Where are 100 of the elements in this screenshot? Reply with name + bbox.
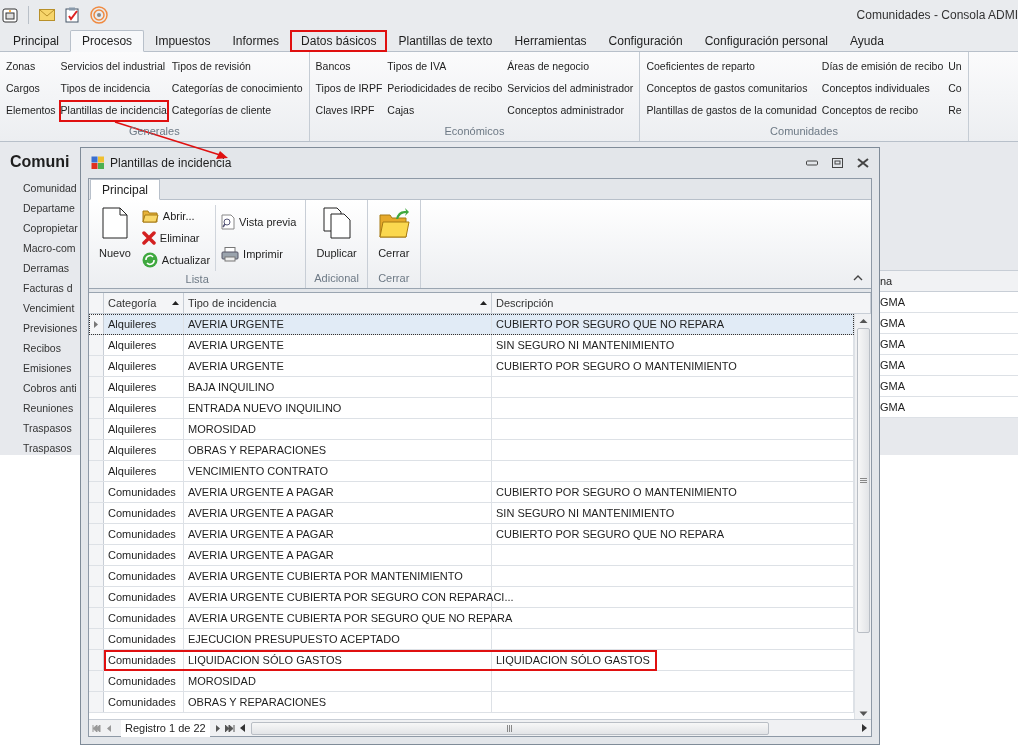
table-cell-text: Comunidades (108, 589, 176, 605)
ribbon-item[interactable]: Categorías de conocimiento (169, 78, 305, 100)
ribbon-button[interactable]: Duplicar (313, 205, 360, 261)
table-row[interactable]: Alquileres VENCIMIENTO CONTRATO (89, 461, 854, 482)
table-row[interactable]: Comunidades LIQUIDACION SÓLO GASTOS LIQUIDACION SÓLO GASTOS (89, 650, 854, 671)
ribbon-item[interactable]: Plantillas de gastos de la comunidad (644, 100, 819, 122)
ribbon-button[interactable]: Imprimir (219, 243, 299, 265)
printer-icon[interactable] (2, 7, 18, 23)
ribbon-item[interactable]: Categorías de cliente (169, 100, 305, 122)
ribbon-item[interactable]: Coeficientes de reparto (644, 56, 819, 78)
table-row[interactable]: Comunidades EJECUCION PRESUPUESTO ACEPTADO (89, 629, 854, 650)
ribbon-item[interactable]: Claves IRPF (313, 100, 385, 122)
side-panel-link[interactable]: Cobros anti (23, 378, 77, 398)
ribbon-tab[interactable]: Configuración (597, 30, 694, 52)
ribbon-button[interactable]: Vista previa (219, 211, 299, 233)
close-icon[interactable] (857, 158, 869, 168)
ribbon-item[interactable]: Áreas de negocio (505, 56, 636, 78)
table-row[interactable]: Comunidades MOROSIDAD (89, 671, 854, 692)
ribbon-item[interactable]: Periodicidades de recibo (385, 78, 505, 100)
scroll-right-icon[interactable] (862, 724, 867, 732)
side-panel-link[interactable]: Traspasos (23, 418, 72, 438)
side-panel-link[interactable]: Previsiones (23, 318, 78, 338)
ribbon-item[interactable]: Días de emisión de recibo (819, 56, 946, 78)
ribbon-item[interactable]: Cajas (385, 100, 505, 122)
ribbon-item[interactable]: Tipos de incidencia (58, 78, 169, 100)
ribbon-tab[interactable]: Plantillas de texto (387, 30, 504, 52)
column-header[interactable]: Descripción (492, 293, 871, 313)
ribbon-tab[interactable]: Datos básicos (290, 30, 388, 52)
table-cell-text: Comunidades (108, 526, 176, 542)
ribbon-button[interactable]: Eliminar (139, 227, 213, 249)
table-row[interactable]: Comunidades AVERIA URGENTE A PAGAR CUBIERTO POR SEGURO QUE NO REPARA (89, 524, 854, 545)
ribbon-item[interactable]: Elementos (4, 100, 58, 122)
last-record-icon[interactable] (224, 724, 235, 732)
table-row[interactable]: Alquileres AVERIA URGENTE SIN SEGURO NI MANTENIMIENTO (89, 335, 854, 356)
side-panel-link[interactable]: Emisiones (23, 358, 72, 378)
ribbon-item[interactable]: Tipos de IVA (385, 56, 505, 78)
ribbon-item[interactable]: Servicios del administrador (505, 78, 636, 100)
side-panel-link[interactable]: Vencimient (23, 298, 75, 318)
ribbon-button[interactable]: Actualizar (139, 249, 213, 271)
ribbon-button[interactable]: Abrir... (139, 205, 213, 227)
ribbon-button[interactable]: Nuevo (96, 205, 134, 261)
ribbon-item[interactable]: Bancos (313, 56, 385, 78)
ribbon-tab[interactable]: Impuestos (144, 30, 222, 52)
clipboard-check-icon[interactable] (65, 7, 80, 23)
ribbon-item[interactable]: Servicios del industrial (58, 56, 169, 78)
table-row[interactable]: Comunidades AVERIA URGENTE A PAGAR SIN SEGURO NI MANTENIMIENTO (89, 503, 854, 524)
table-row[interactable]: Alquileres AVERIA URGENTE CUBIERTO POR SEGURO O MANTENIMIENTO (89, 356, 854, 377)
side-panel-link[interactable]: Comunidad (23, 178, 77, 198)
column-header[interactable]: Categoría (104, 293, 184, 313)
ribbon-item[interactable]: Tipos de revisión (169, 56, 305, 78)
ribbon-item[interactable]: Conceptos de gastos comunitarios (644, 78, 819, 100)
table-row[interactable]: Alquileres MOROSIDAD (89, 419, 854, 440)
table-row[interactable]: Alquileres AVERIA URGENTE CUBIERTO POR SEGURO QUE NO REPARA (89, 314, 854, 335)
table-row[interactable]: Comunidades OBRAS Y REPARACIONES (89, 692, 854, 713)
table-row[interactable]: Comunidades AVERIA URGENTE A PAGAR (89, 545, 854, 566)
ribbon-tab[interactable]: Ayuda (839, 30, 895, 52)
ribbon-tab[interactable]: Procesos (70, 30, 145, 52)
ribbon-item[interactable]: Cargos (4, 78, 58, 100)
scroll-thumb[interactable] (856, 328, 870, 633)
ribbon-item[interactable]: Zonas (4, 56, 58, 78)
ribbon-tab[interactable]: Principal (2, 30, 71, 52)
ribbon-item[interactable]: Un (946, 56, 964, 78)
ribbon-item[interactable]: Re (946, 100, 964, 122)
vertical-scrollbar[interactable] (854, 314, 871, 719)
collapse-ribbon-icon[interactable] (853, 274, 863, 282)
table-cell-text: Alquileres (108, 400, 157, 416)
side-panel-link[interactable]: Traspasos (23, 438, 72, 458)
side-panel-link[interactable]: Derramas (23, 258, 70, 278)
side-panel-link[interactable]: Macro-com (23, 238, 76, 258)
ribbon-item[interactable]: Conceptos administrador (505, 100, 636, 122)
ribbon-item[interactable]: Plantillas de incidencia (58, 100, 169, 122)
ribbon-item[interactable]: Tipos de IRPF (313, 78, 385, 100)
table-row[interactable]: Alquileres ENTRADA NUEVO INQUILINO (89, 398, 854, 419)
ribbon-item[interactable]: Conceptos individuales (819, 78, 946, 100)
table-row[interactable]: Alquileres OBRAS Y REPARACIONES (89, 440, 854, 461)
column-header[interactable]: Tipo de incidencia (184, 293, 492, 313)
table-row[interactable]: Comunidades AVERIA URGENTE CUBIERTA POR SEGURO QUE NO REPARA (89, 608, 854, 629)
ribbon-button[interactable]: Cerrar (374, 205, 413, 261)
scroll-left-icon[interactable] (239, 724, 245, 732)
table-row[interactable]: Comunidades AVERIA URGENTE CUBIERTA POR SEGURO CON REPARACI... (89, 587, 854, 608)
table-row[interactable]: Comunidades AVERIA URGENTE A PAGAR CUBIERTO POR SEGURO O MANTENIMIENTO (89, 482, 854, 503)
side-panel-link[interactable]: Copropietar (23, 218, 78, 238)
minimize-icon[interactable] (806, 160, 818, 166)
ribbon-tab[interactable]: Principal (90, 179, 161, 200)
ribbon-item[interactable]: Co (946, 78, 964, 100)
side-panel-link[interactable]: Departame (23, 198, 75, 218)
ribbon-tab[interactable]: Configuración personal (693, 30, 840, 52)
side-panel-link[interactable]: Recibos (23, 338, 61, 358)
side-panel-link[interactable]: Reuniones (23, 398, 74, 418)
ribbon-tab[interactable]: Herramientas (503, 30, 598, 52)
restore-icon[interactable] (832, 158, 843, 168)
delete-icon (141, 231, 156, 245)
ribbon-item[interactable]: Conceptos de recibo (819, 100, 946, 122)
table-row[interactable]: Comunidades AVERIA URGENTE CUBIERTA POR MANTENIMIENTO (89, 566, 854, 587)
scroll-thumb[interactable] (250, 721, 769, 735)
scroll-down-icon[interactable] (858, 711, 868, 717)
side-panel-link[interactable]: Facturas d (23, 278, 73, 298)
table-row[interactable]: Alquileres BAJA INQUILINO (89, 377, 854, 398)
next-record-icon[interactable] (215, 724, 220, 732)
ribbon-tab[interactable]: Informes (221, 30, 291, 52)
